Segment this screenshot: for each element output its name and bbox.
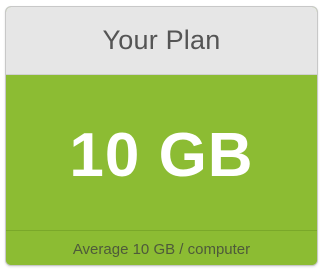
plan-card: Your Plan 10 GB Average 10 GB / computer [5,6,318,266]
plan-header: Your Plan [6,7,317,75]
plan-footer: Average 10 GB / computer [6,230,317,265]
plan-body: 10 GB [6,75,317,230]
plan-storage-size: 10 GB [69,121,254,190]
plan-title: Your Plan [102,25,221,55]
plan-average-per-computer: Average 10 GB / computer [72,240,251,258]
